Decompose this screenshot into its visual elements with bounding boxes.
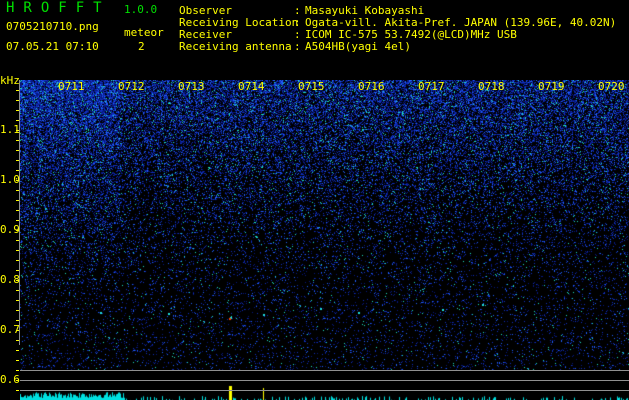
app-version: 1.0.0 xyxy=(124,3,158,16)
y-minor-tick xyxy=(16,100,19,101)
y-minor-tick xyxy=(16,200,19,201)
y-minor-tick xyxy=(16,170,19,171)
y-minor-tick xyxy=(16,390,19,391)
meteor-label: meteor xyxy=(124,26,164,39)
time-label: 0718 xyxy=(478,80,505,93)
y-minor-tick xyxy=(16,210,19,211)
time-label: 0716 xyxy=(358,80,385,93)
y-minor-tick xyxy=(16,240,19,241)
filename: 0705210710.png xyxy=(6,20,99,33)
y-minor-tick xyxy=(16,310,19,311)
time-label: 0720 xyxy=(598,80,625,93)
info-colon: : xyxy=(294,40,301,53)
y-axis-line xyxy=(19,80,20,345)
y-unit-label: kHz xyxy=(0,74,20,87)
y-minor-tick xyxy=(16,300,19,301)
y-minor-tick xyxy=(16,110,19,111)
info-label: Receiving antenna xyxy=(179,40,292,53)
y-minor-tick xyxy=(16,320,19,321)
divider-line xyxy=(20,370,629,371)
datetime: 07.05.21 07:10 xyxy=(6,40,99,53)
time-label: 0715 xyxy=(298,80,325,93)
time-label: 0711 xyxy=(58,80,85,93)
info-value: A504HB(yagi 4el) xyxy=(305,40,411,53)
app-title: HROFFT xyxy=(6,0,111,16)
y-minor-tick xyxy=(16,140,19,141)
meteor-count: 2 xyxy=(138,40,145,53)
y-minor-tick xyxy=(16,290,19,291)
y-minor-tick xyxy=(16,270,19,271)
divider-line xyxy=(20,390,629,391)
y-minor-tick xyxy=(16,180,19,181)
y-minor-tick xyxy=(16,130,19,131)
time-label: 0712 xyxy=(118,80,145,93)
y-minor-tick xyxy=(16,260,19,261)
y-minor-tick xyxy=(16,370,19,371)
y-minor-tick xyxy=(16,330,19,331)
time-label: 0719 xyxy=(538,80,565,93)
y-minor-tick xyxy=(16,90,19,91)
spectrogram-canvas xyxy=(20,80,629,400)
y-minor-tick xyxy=(16,250,19,251)
y-minor-tick xyxy=(16,120,19,121)
time-label: 0714 xyxy=(238,80,265,93)
y-minor-tick xyxy=(16,380,19,381)
y-minor-tick xyxy=(16,160,19,161)
y-minor-tick xyxy=(16,190,19,191)
y-minor-tick xyxy=(16,220,19,221)
time-label: 0717 xyxy=(418,80,445,93)
y-minor-tick xyxy=(16,150,19,151)
time-label: 0713 xyxy=(178,80,205,93)
y-minor-tick xyxy=(16,280,19,281)
y-minor-tick xyxy=(16,350,19,351)
y-minor-tick xyxy=(16,340,19,341)
y-minor-tick xyxy=(16,360,19,361)
y-minor-tick xyxy=(16,230,19,231)
divider-line xyxy=(20,380,629,381)
